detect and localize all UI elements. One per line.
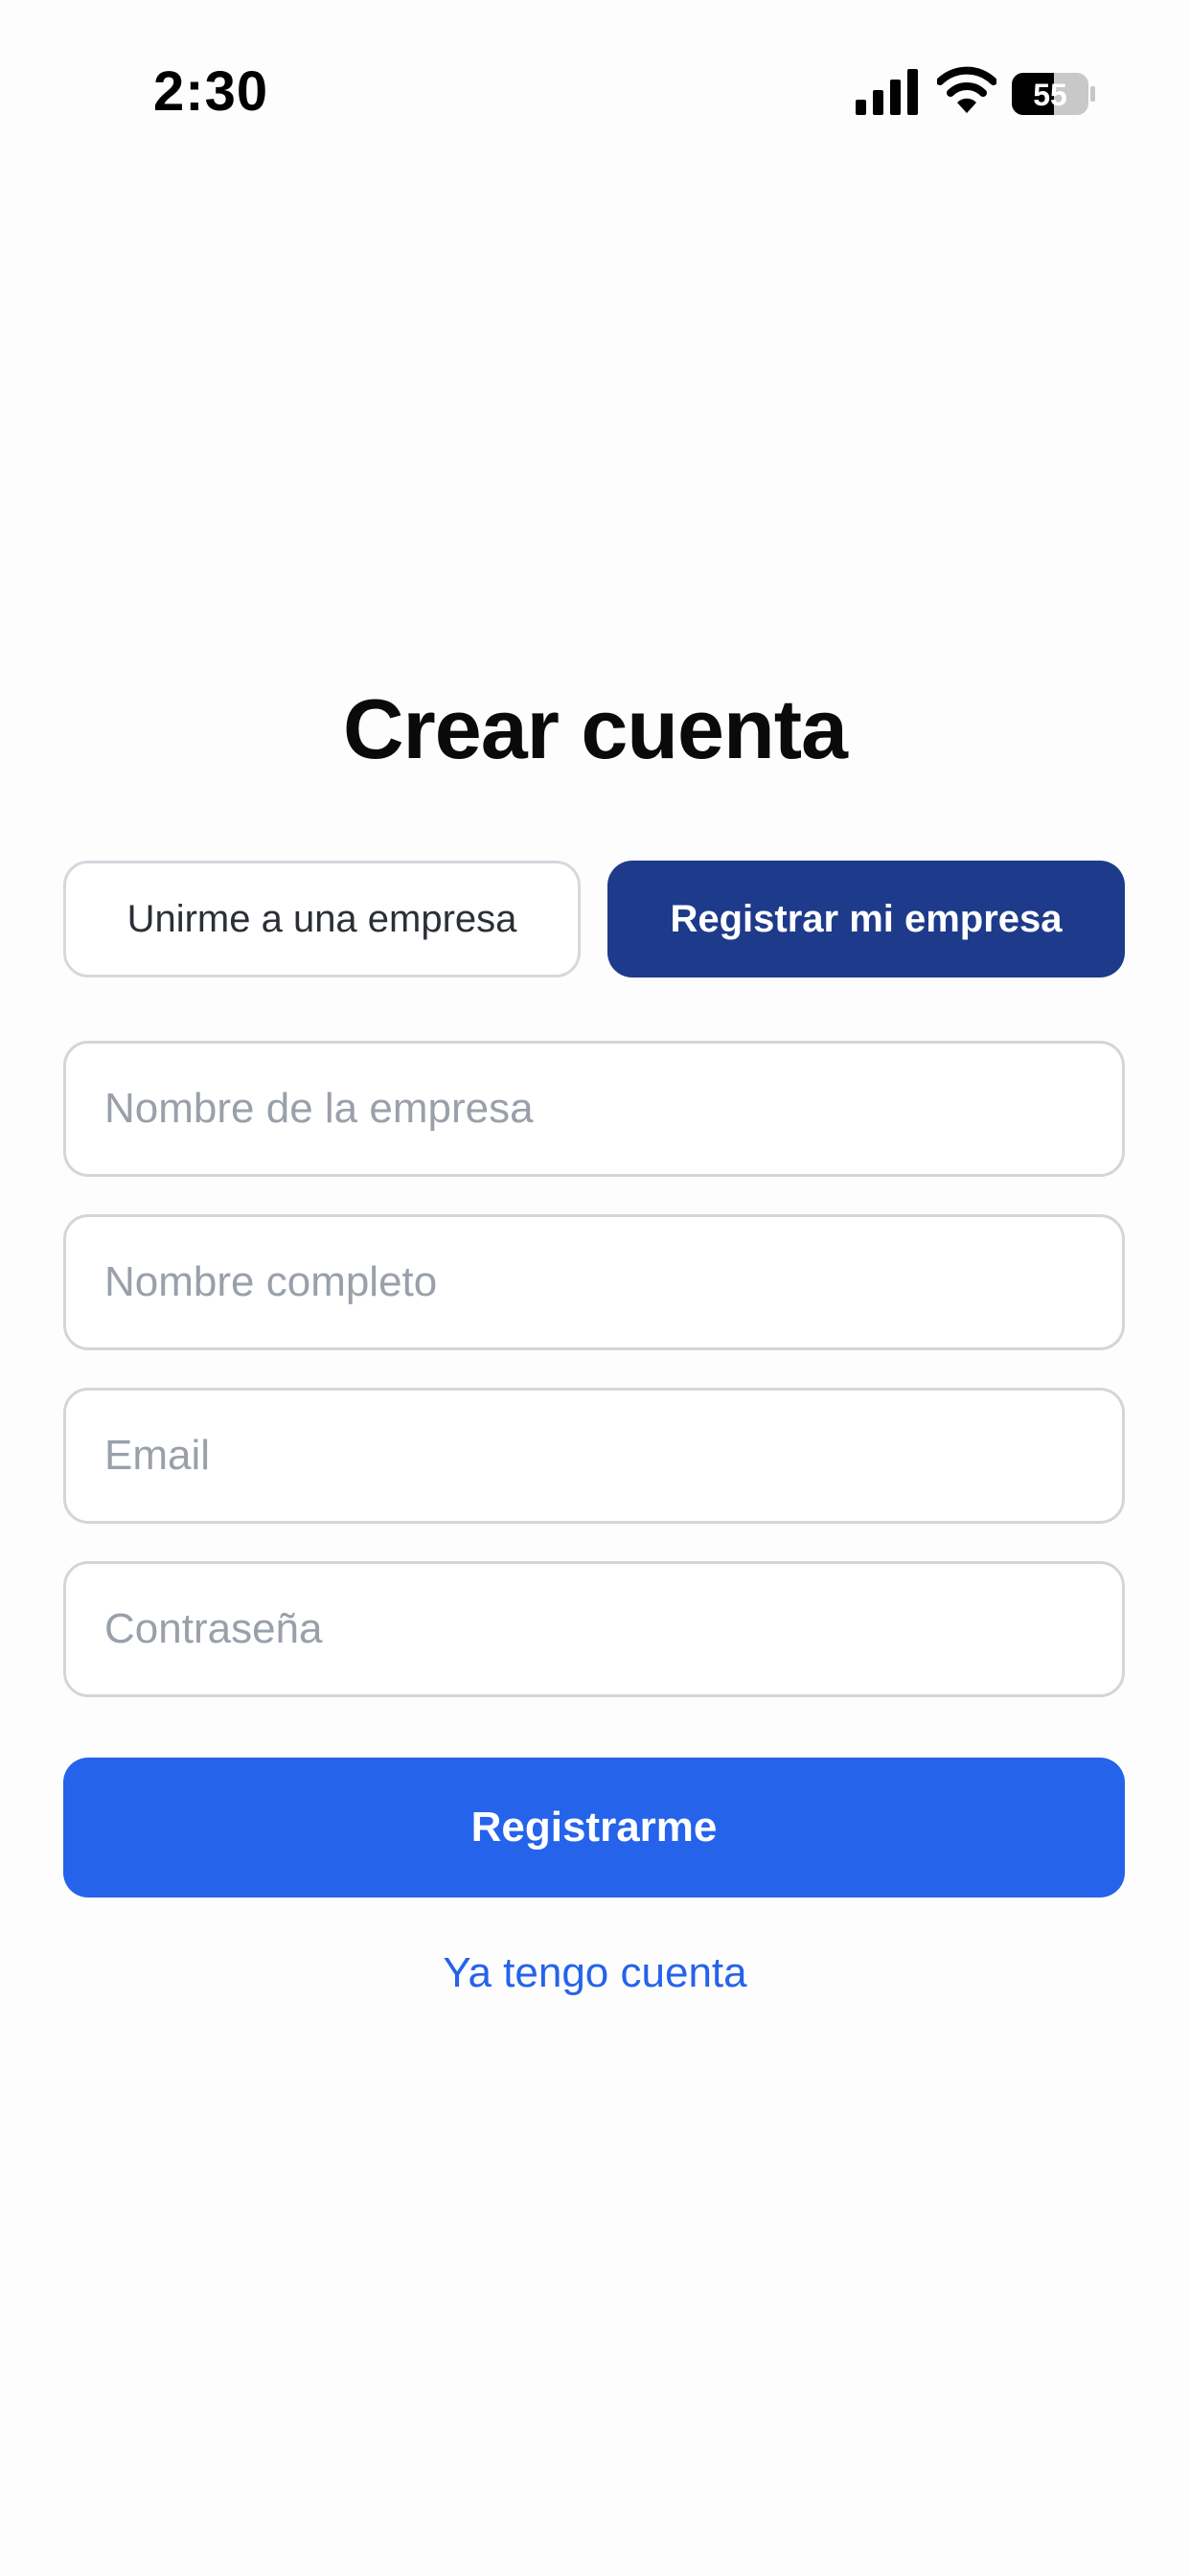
register-company-label: Registrar mi empresa bbox=[670, 897, 1063, 940]
company-name-field[interactable] bbox=[63, 1041, 1125, 1177]
battery-level: 55 bbox=[1033, 78, 1067, 112]
battery-icon: 55 bbox=[1012, 73, 1095, 115]
join-company-label: Unirme a una empresa bbox=[126, 897, 517, 940]
wifi-icon bbox=[937, 66, 996, 113]
status-time: 2:30 bbox=[153, 60, 269, 123]
status-bar: 2:30 55 bbox=[0, 0, 1190, 192]
login-link[interactable]: Ya tengo cuenta bbox=[0, 1949, 1190, 1997]
email-field[interactable] bbox=[63, 1388, 1125, 1524]
register-company-button[interactable]: Registrar mi empresa bbox=[607, 861, 1125, 978]
register-button[interactable]: Registrarme bbox=[63, 1758, 1125, 1898]
signal-icon bbox=[856, 69, 918, 115]
full-name-field[interactable] bbox=[63, 1214, 1125, 1350]
join-company-button[interactable]: Unirme a una empresa bbox=[63, 861, 581, 978]
password-field[interactable] bbox=[63, 1561, 1125, 1697]
page-title: Crear cuenta bbox=[342, 681, 848, 776]
